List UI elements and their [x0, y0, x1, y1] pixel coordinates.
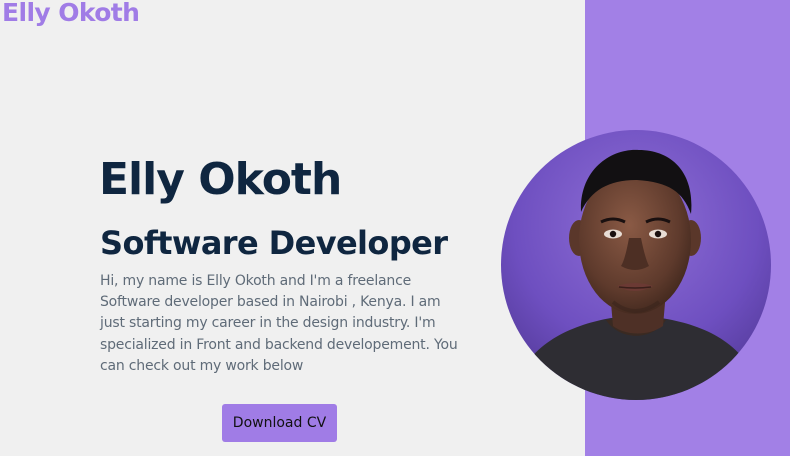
hero-bio-text: Hi, my name is Elly Okoth and I'm a free… [100, 273, 458, 374]
brand-logo[interactable]: Elly Okoth [2, 0, 140, 27]
page: Elly Okoth Elly Okoth Software Developer… [0, 0, 790, 456]
profile-photo-illustration [501, 130, 771, 400]
download-cv-button[interactable]: Download CV [222, 404, 337, 442]
profile-photo [501, 130, 771, 400]
hero-role-heading: Software Developer [100, 224, 448, 262]
hero-name-heading: Elly Okoth [99, 154, 342, 205]
